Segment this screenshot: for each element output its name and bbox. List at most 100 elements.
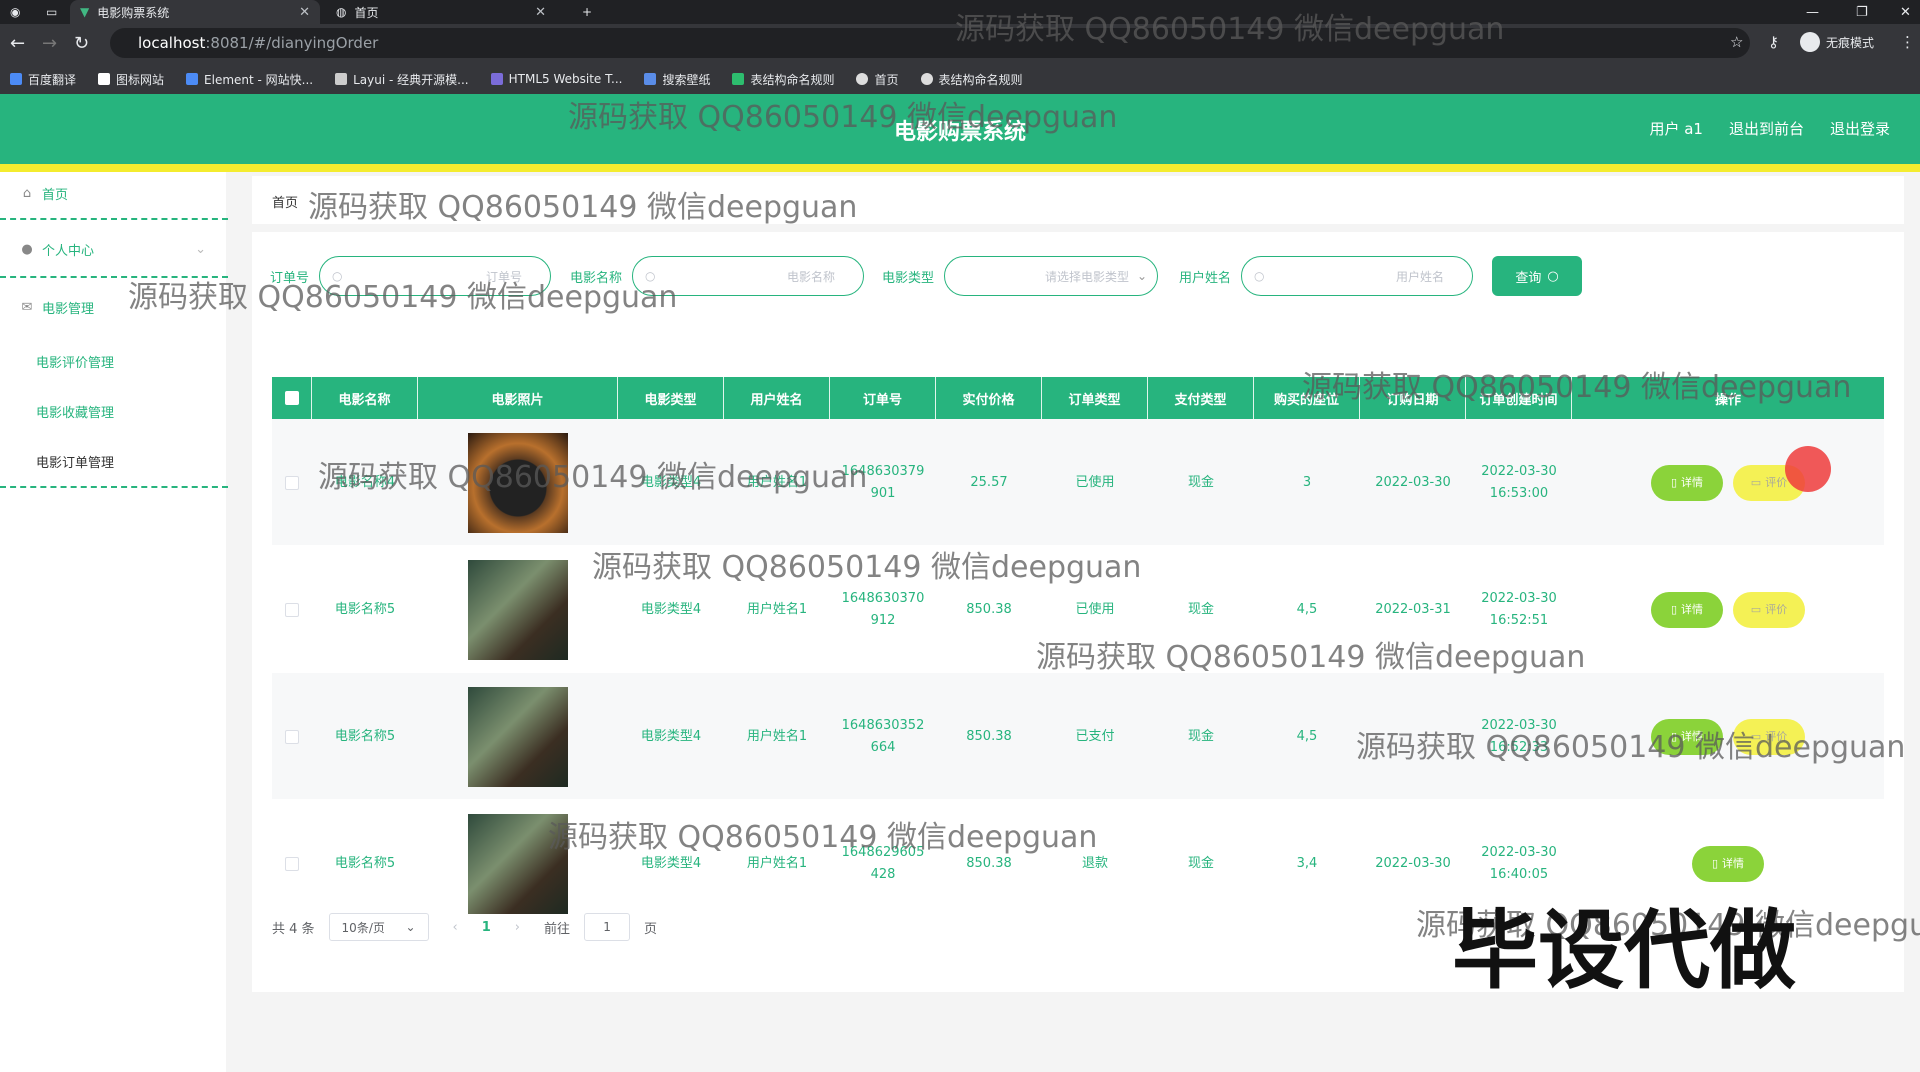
reload-icon[interactable]: ↻ xyxy=(74,33,89,54)
filter-label: 订单号 xyxy=(270,270,310,286)
bookmark-item[interactable]: 首页 xyxy=(856,71,899,88)
order-number-input[interactable]: ○ 订单号 xyxy=(319,256,552,296)
back-icon[interactable]: ← xyxy=(10,33,25,54)
table-row: 电影名称4 电影类型4 用户姓名1 1648630379 901 25.57 已使… xyxy=(272,419,1884,546)
restore-icon[interactable]: ❐ xyxy=(1856,0,1868,24)
bookmark-item[interactable]: Layui - 经典开源模... xyxy=(335,71,469,88)
cell-price: 850.38 xyxy=(966,855,1012,871)
detail-button[interactable]: ▯ 详情 xyxy=(1651,718,1723,755)
rate-button[interactable]: ▭ 评价 xyxy=(1733,591,1805,628)
query-button[interactable]: 查询 ○ xyxy=(1492,256,1582,296)
bookmark-label: Layui - 经典开源模... xyxy=(353,72,469,87)
rate-button[interactable]: ▭ 评价 xyxy=(1733,718,1805,755)
order-number-line: 901 xyxy=(870,485,896,501)
bookmark-item[interactable]: 图标网站 xyxy=(98,71,164,88)
page-suffix: 页 xyxy=(644,921,658,937)
created-date: 2022-03-30 xyxy=(1481,590,1557,606)
bookmark-item[interactable]: 表结构命名规则 xyxy=(732,71,834,88)
browser-menu-icon[interactable]: ◉ xyxy=(0,0,30,24)
close-tab-icon[interactable]: ✕ xyxy=(535,5,546,20)
cell-seat: 4,5 xyxy=(1296,728,1318,744)
exit-to-front-link[interactable]: 退出到前台 xyxy=(1729,118,1804,139)
row-checkbox[interactable] xyxy=(285,602,299,617)
sidebar-item-orders[interactable]: 电影订单管理 xyxy=(36,452,114,471)
page-size-value: 10条/页 xyxy=(341,920,385,935)
cell-movie-type: 电影类型4 xyxy=(640,601,702,617)
sidebar-item-personal[interactable]: ● 个人中心 ⌄ xyxy=(0,240,226,259)
breadcrumb[interactable]: 首页 xyxy=(272,192,298,211)
movie-name-input[interactable]: ○ 电影名称 xyxy=(632,256,865,296)
cell-created-at: 2022-03-30 16:52:51 xyxy=(1466,546,1572,673)
movie-type-select[interactable]: 请选择电影类型 ⌄ xyxy=(944,256,1159,296)
vue-logo-icon: ▼ xyxy=(80,5,90,19)
forward-icon[interactable]: → xyxy=(42,33,57,54)
bookmark-item[interactable]: 搜索壁纸 xyxy=(644,71,710,88)
logout-link[interactable]: 退出登录 xyxy=(1830,118,1890,139)
sidebar-item-home[interactable]: ⌂ 首页 xyxy=(0,184,226,203)
bookmark-icon xyxy=(335,73,348,85)
button-label: 详情 xyxy=(1681,729,1704,743)
tab-overview-icon[interactable]: ▭ xyxy=(36,0,66,24)
browser-tab-active[interactable]: ▼ 电影购票系统 ✕ xyxy=(70,0,320,24)
close-window-icon[interactable]: ✕ xyxy=(1900,0,1911,24)
detail-button[interactable]: ▯ 详情 xyxy=(1692,845,1764,882)
close-tab-icon[interactable]: ✕ xyxy=(299,5,310,20)
bookmark-item[interactable]: 表结构命名规则 xyxy=(920,71,1023,88)
user-name-input[interactable]: ○ 用户姓名 xyxy=(1241,256,1474,296)
page-size-select[interactable]: 10条/页 ⌄ xyxy=(328,913,429,941)
movie-poster xyxy=(468,432,568,533)
browser-more-icon[interactable]: ⋮ xyxy=(1900,33,1915,51)
created-time: 16:53:00 xyxy=(1489,485,1549,501)
page-number[interactable]: 1 xyxy=(482,920,491,935)
bookmark-item[interactable]: 百度翻译 xyxy=(10,71,76,88)
sidebar-item-movie-mgmt[interactable]: ✉ 电影管理 xyxy=(0,298,226,317)
search-icon: ○ xyxy=(1547,268,1559,284)
order-number-line: 1648630370 xyxy=(841,590,925,606)
minimize-icon[interactable]: — xyxy=(1806,0,1819,24)
detail-button[interactable]: ▯ 详情 xyxy=(1651,591,1723,628)
comment-icon: ▭ xyxy=(1750,602,1762,616)
prev-page-icon[interactable]: ‹ xyxy=(443,920,468,935)
cell-order-number: 1648630370 912 xyxy=(830,546,936,673)
user-name-link[interactable]: 用户 a1 xyxy=(1649,118,1703,139)
bookmark-item[interactable]: Element - 网站快... xyxy=(186,71,313,88)
url-input[interactable]: localhost:8081/#/dianyingOrder xyxy=(110,28,1750,58)
bookmark-icon xyxy=(98,73,111,85)
goto-page-input[interactable]: 1 xyxy=(584,913,631,941)
cell-order-number: 1648629605 428 xyxy=(830,800,936,927)
next-page-icon[interactable]: › xyxy=(505,920,530,935)
sidebar-item-reviews[interactable]: 电影评价管理 xyxy=(36,352,114,371)
document-icon: ▯ xyxy=(1670,602,1678,616)
row-checkbox[interactable] xyxy=(285,475,299,490)
browser-tab[interactable]: ◍ 首页 ✕ xyxy=(326,0,556,24)
sidebar-item-label: 个人中心 xyxy=(42,244,95,259)
comment-icon: ▭ xyxy=(1750,475,1762,489)
cell-order-date: 2022-03-31 xyxy=(1375,601,1451,617)
select-placeholder: 请选择电影类型 xyxy=(1045,269,1130,284)
incognito-indicator[interactable]: 无痕模式 xyxy=(1800,32,1874,52)
filter-actions: 查询 ○ xyxy=(1492,256,1582,296)
col-header: 电影照片 xyxy=(418,377,618,419)
row-checkbox[interactable] xyxy=(285,729,299,744)
input-placeholder: 电影名称 xyxy=(787,269,836,284)
movie-poster xyxy=(468,686,568,787)
cell-actions: ▯ 详情 ▭ 评价 xyxy=(1572,673,1884,800)
cell-pay-type: 现金 xyxy=(1187,855,1214,871)
bookmark-label: 搜索壁纸 xyxy=(662,72,711,87)
sidebar-divider xyxy=(0,218,228,220)
sidebar-item-favorites[interactable]: 电影收藏管理 xyxy=(36,402,114,421)
new-tab-button[interactable]: + xyxy=(572,0,602,24)
key-icon[interactable]: ⚷ xyxy=(1768,33,1779,51)
bookmark-label: Element - 网站快... xyxy=(204,72,314,87)
cell-order-number: 1648630379 901 xyxy=(830,419,936,546)
select-all-cell xyxy=(272,377,312,419)
cell-order-date xyxy=(1360,673,1466,800)
bookmark-star-icon[interactable]: ☆ xyxy=(1730,33,1743,51)
detail-button[interactable]: ▯ 详情 xyxy=(1651,464,1723,501)
main-content: 首页 订单号 ○ 订单号 电影名称 ○ 电影名称 电影类型 请选择电影类型 ⌄ xyxy=(252,176,1904,992)
bookmark-icon xyxy=(644,73,657,85)
bookmark-item[interactable]: HTML5 Website T... xyxy=(490,72,622,86)
bookmark-icon xyxy=(490,73,503,85)
select-all-checkbox[interactable] xyxy=(284,391,299,405)
row-checkbox[interactable] xyxy=(285,856,299,871)
